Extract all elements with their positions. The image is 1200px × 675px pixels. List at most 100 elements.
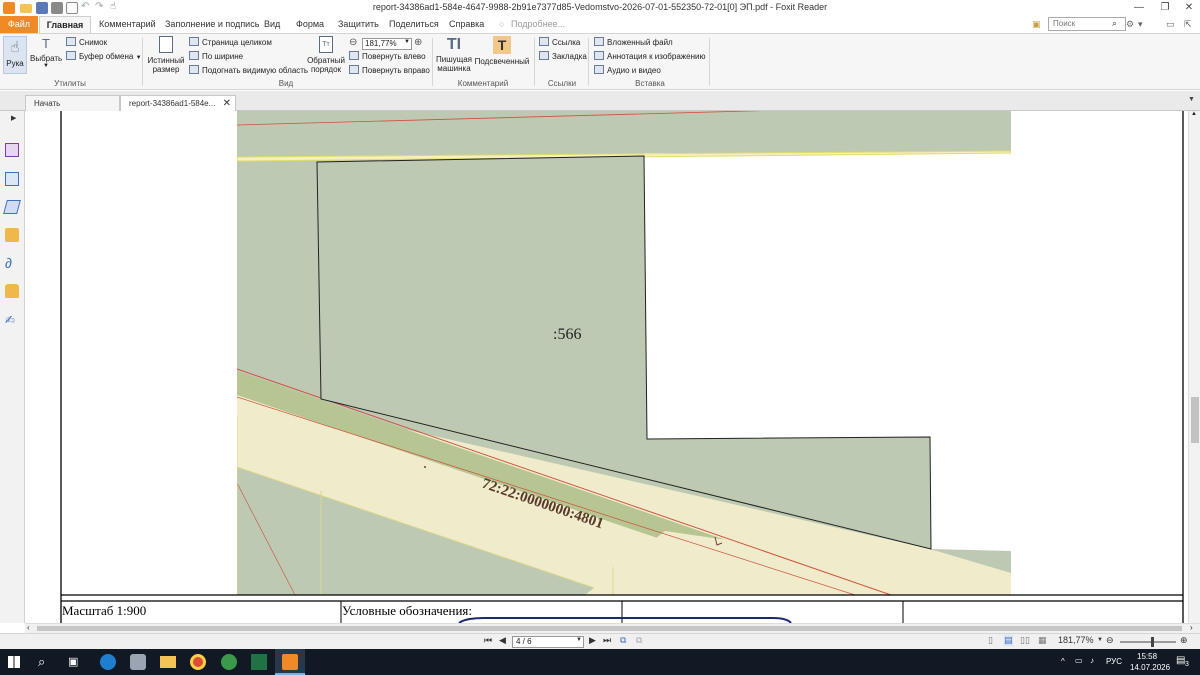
edge-icon[interactable] bbox=[100, 654, 116, 670]
actual-size-button[interactable]: Истинный размер bbox=[146, 36, 186, 74]
zoom-out-icon[interactable]: ⊖ bbox=[349, 37, 357, 48]
attachments-icon[interactable]: ∂ bbox=[5, 256, 19, 270]
scroll-up-icon[interactable]: ▲ bbox=[1191, 111, 1197, 117]
comments-panel-icon[interactable] bbox=[5, 228, 19, 242]
volume-icon[interactable]: ♪ bbox=[1090, 656, 1094, 665]
clock-time[interactable]: 15:58 bbox=[1137, 652, 1157, 661]
tab-file[interactable]: Файл bbox=[0, 16, 38, 33]
expand-panel-icon[interactable]: ▶ bbox=[11, 114, 16, 122]
search-icon[interactable]: ⌕ bbox=[38, 654, 54, 670]
zoom-dropdown-icon[interactable]: ▼ bbox=[404, 39, 410, 45]
hand-tool-button[interactable]: ☝ Рука bbox=[3, 36, 27, 74]
chevron-down-icon: ▼ bbox=[135, 55, 142, 61]
bookmarks-icon[interactable] bbox=[5, 143, 19, 157]
image-annotation-button[interactable]: Аннотация к изображению bbox=[594, 51, 705, 61]
zoom-out-icon[interactable]: ⊖ bbox=[1106, 635, 1114, 646]
next-page-icon[interactable]: ▶ bbox=[589, 635, 596, 646]
tab-view[interactable]: Вид bbox=[257, 16, 287, 33]
zoom-slider-thumb[interactable] bbox=[1151, 637, 1154, 647]
reverse-order-button[interactable]: Tт Обратный порядок bbox=[306, 36, 346, 74]
scroll-right-icon[interactable]: › bbox=[1190, 623, 1193, 632]
document-viewport[interactable]: :566 72:22:0000000:4801 Масштаб 1:900 Ус… bbox=[25, 111, 1188, 623]
snapshot-button[interactable]: Снимок bbox=[66, 37, 107, 47]
zoom-percent[interactable]: 181,77% bbox=[1058, 635, 1094, 645]
first-page-icon[interactable]: ⏮ bbox=[484, 635, 492, 646]
settings-icon[interactable]: ⚙ bbox=[1126, 16, 1134, 33]
clipboard-button[interactable]: Буфер обмена ▼ bbox=[66, 51, 142, 61]
single-page-icon[interactable]: ▯ bbox=[988, 635, 993, 646]
windows-start-icon[interactable] bbox=[8, 656, 20, 668]
tab-protect[interactable]: Защитить bbox=[331, 16, 386, 33]
tab-share[interactable]: Поделиться bbox=[382, 16, 446, 33]
page-view-alt-icon[interactable]: ⧉ bbox=[636, 635, 642, 646]
fit-visible-button[interactable]: Подогнать видимую область bbox=[189, 65, 308, 75]
restore-icon[interactable]: ❐ bbox=[1158, 1, 1172, 15]
continuous-facing-icon[interactable]: ▦ bbox=[1038, 635, 1047, 646]
group-label-links: Ссылки bbox=[547, 79, 577, 88]
highlight-button[interactable]: T Подсвеченный bbox=[474, 36, 530, 66]
zoom-in-icon[interactable]: ⊕ bbox=[1180, 635, 1188, 646]
file-explorer-icon[interactable] bbox=[160, 656, 176, 668]
page-view-icon[interactable]: ⧉ bbox=[620, 635, 626, 646]
zoom-in-icon[interactable]: ⊕ bbox=[414, 37, 422, 48]
zoom-dropdown-icon[interactable]: ▼ bbox=[1097, 637, 1103, 643]
zoom-slider[interactable] bbox=[1120, 641, 1176, 643]
close-tab-icon[interactable]: ✕ bbox=[223, 96, 231, 111]
select-tool-button[interactable]: T Выбрать ▼ bbox=[30, 36, 62, 76]
fit-page-button[interactable]: Страница целиком bbox=[189, 37, 272, 47]
fit-width-button[interactable]: По ширине bbox=[189, 51, 243, 61]
clipboard-icon bbox=[66, 51, 76, 60]
scroll-left-icon[interactable]: ‹ bbox=[27, 623, 30, 632]
vertical-scroll-thumb[interactable] bbox=[1191, 397, 1199, 443]
browser-icon[interactable] bbox=[221, 654, 237, 670]
tab-report[interactable]: report-34386ad1-584e... ✕ bbox=[120, 95, 236, 111]
tab-more[interactable]: Подробнее... bbox=[504, 16, 572, 33]
task-view-icon[interactable]: ▣ bbox=[68, 654, 84, 670]
chrome-icon[interactable] bbox=[190, 654, 206, 670]
previous-page-icon[interactable]: ◀ bbox=[499, 635, 506, 646]
ribbon-options-icon[interactable]: ▾ bbox=[1138, 16, 1143, 33]
vertical-scrollbar[interactable]: ▲ bbox=[1188, 111, 1200, 623]
link-button[interactable]: Ссылка bbox=[539, 37, 580, 47]
expand-icon[interactable]: ⇱ bbox=[1184, 16, 1192, 33]
last-page-icon[interactable]: ⏭ bbox=[603, 635, 611, 646]
tab-list-icon[interactable]: ▼ bbox=[1188, 96, 1195, 103]
bookmark-button[interactable]: Закладка bbox=[539, 51, 587, 61]
minimize-ribbon-icon[interactable]: ▭ bbox=[1166, 16, 1175, 33]
snapshot-label: Снимок bbox=[79, 38, 108, 47]
continuous-page-icon[interactable]: ▤ bbox=[1004, 635, 1013, 646]
search-icon[interactable]: ⌕ bbox=[1112, 18, 1117, 29]
close-icon[interactable]: ✕ bbox=[1182, 1, 1196, 15]
audio-video-button[interactable]: Аудио и видео bbox=[594, 65, 661, 75]
layers-icon[interactable] bbox=[3, 200, 21, 214]
tab-home[interactable]: Главная bbox=[39, 16, 91, 33]
excel-icon[interactable] bbox=[251, 654, 267, 670]
horizontal-scroll-thumb[interactable] bbox=[37, 626, 1182, 631]
page-dropdown-icon[interactable]: ▼ bbox=[576, 637, 582, 643]
app-icon[interactable] bbox=[130, 654, 146, 670]
network-icon[interactable]: ▭ bbox=[1075, 656, 1083, 665]
tab-help[interactable]: Справка bbox=[442, 16, 491, 33]
page-number-input[interactable]: 4 / 6 bbox=[512, 636, 584, 648]
rotate-right-button[interactable]: Повернуть вправо bbox=[349, 65, 430, 75]
folder-search-icon[interactable]: ▣ bbox=[1032, 16, 1041, 33]
rotate-left-button[interactable]: Повернуть влево bbox=[349, 51, 426, 61]
typewriter-button[interactable]: TI Пишущая машинка bbox=[435, 36, 473, 73]
tab-comment[interactable]: Комментарий bbox=[92, 16, 163, 33]
tray-chevron-icon[interactable]: ^ bbox=[1061, 657, 1065, 666]
foxit-taskbar-button[interactable] bbox=[275, 649, 305, 675]
clock-date[interactable]: 14.07.2026 bbox=[1130, 663, 1170, 672]
security-lock-icon[interactable] bbox=[5, 284, 19, 298]
attach-file-button[interactable]: Вложенный файл bbox=[594, 37, 673, 47]
horizontal-scrollbar[interactable]: ‹ › bbox=[25, 623, 1200, 633]
facing-page-icon[interactable]: ▯▯ bbox=[1020, 635, 1030, 646]
tab-start[interactable]: Начать bbox=[25, 95, 120, 111]
tab-form[interactable]: Форма bbox=[289, 16, 331, 33]
minimize-icon[interactable]: — bbox=[1132, 1, 1146, 15]
signature-icon[interactable]: ✍ bbox=[5, 313, 19, 327]
highlight-label: Подсвеченный bbox=[474, 57, 530, 66]
reverse-order-label-1: Обратный bbox=[307, 56, 345, 65]
tab-fill-sign[interactable]: Заполнение и подпись bbox=[158, 16, 266, 33]
pages-icon[interactable] bbox=[5, 172, 19, 186]
input-language[interactable]: РУС bbox=[1106, 657, 1122, 666]
